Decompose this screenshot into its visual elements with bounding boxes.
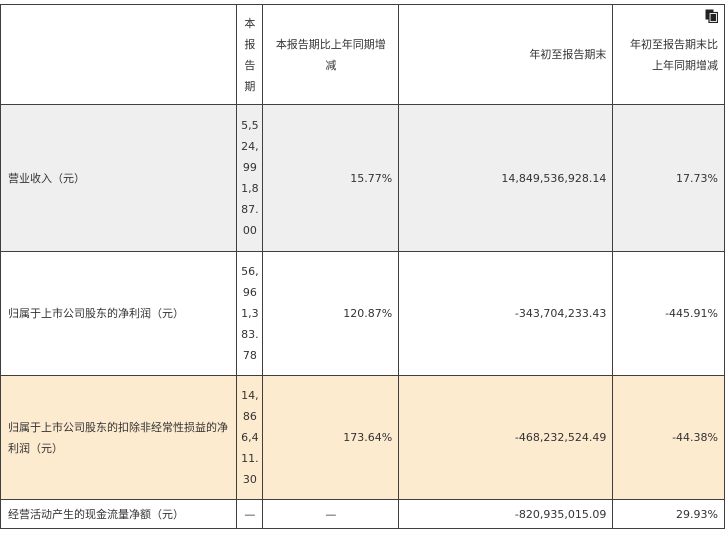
table-row: 归属于上市公司股东的净利润（元） 56,961,383.78 120.87% -… — [0, 251, 725, 376]
header-current-period: 本报告期 — [236, 4, 264, 105]
row-current-value: — — [236, 499, 264, 529]
header-ytd-yoy-label: 年初至报告期末比上年同期增减 — [630, 37, 718, 72]
header-item — [0, 4, 238, 105]
row-label: 经营活动产生的现金流量净额（元） — [0, 499, 238, 529]
header-ytd-yoy: 年初至报告期末比上年同期增减 — [612, 4, 725, 105]
row-yoy-change: 120.87% — [262, 251, 400, 376]
row-ytd-value: 14,849,536,928.14 — [398, 104, 614, 252]
row-ytd-yoy-change: 17.73% — [612, 104, 725, 252]
row-ytd-yoy-change: -445.91% — [612, 251, 725, 376]
financial-table: 本报告期 本报告期比上年同期增减 年初至报告期末 年初至报告期末比上年同期增减 … — [0, 4, 725, 529]
table-header-row: 本报告期 本报告期比上年同期增减 年初至报告期末 年初至报告期末比上年同期增减 — [0, 4, 725, 105]
row-label: 营业收入（元） — [0, 104, 238, 252]
row-label: 归属于上市公司股东的净利润（元） — [0, 251, 238, 376]
row-ytd-yoy-change: -44.38% — [612, 375, 725, 500]
row-yoy-change: 15.77% — [262, 104, 400, 252]
table-row: 营业收入（元） 5,524,991,887.00 15.77% 14,849,5… — [0, 104, 725, 252]
row-ytd-value: -820,935,015.09 — [398, 499, 614, 529]
table-row: 经营活动产生的现金流量净额（元） — — -820,935,015.09 29.… — [0, 499, 725, 529]
table-row-highlighted: 归属于上市公司股东的扣除非经常性损益的净利润（元） 14,866,411.30 … — [0, 375, 725, 500]
header-ytd: 年初至报告期末 — [398, 4, 614, 105]
row-current-value: 5,524,991,887.00 — [236, 104, 264, 252]
header-current-yoy: 本报告期比上年同期增减 — [262, 4, 400, 105]
row-current-value: 14,866,411.30 — [236, 375, 264, 500]
row-ytd-value: -468,232,524.49 — [398, 375, 614, 500]
row-ytd-yoy-change: 29.93% — [612, 499, 725, 529]
row-yoy-change: — — [262, 499, 400, 529]
row-current-value: 56,961,383.78 — [236, 251, 264, 376]
row-yoy-change: 173.64% — [262, 375, 400, 500]
row-ytd-value: -343,704,233.43 — [398, 251, 614, 376]
copy-icon[interactable] — [705, 9, 719, 24]
row-label: 归属于上市公司股东的扣除非经常性损益的净利润（元） — [0, 375, 238, 500]
